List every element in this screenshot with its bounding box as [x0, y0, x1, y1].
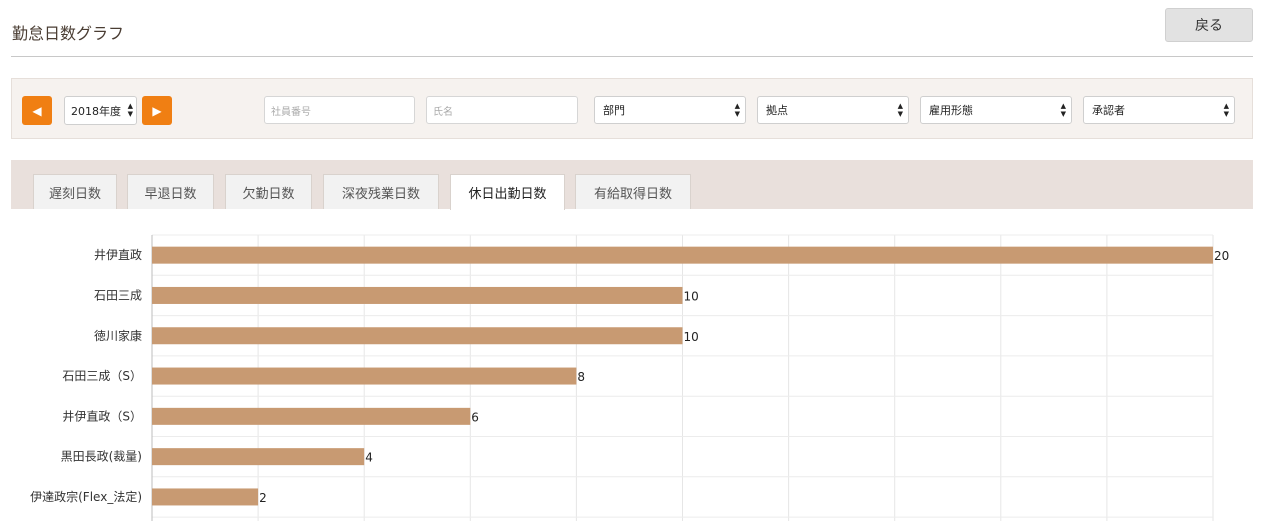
bar — [152, 448, 365, 466]
back-button[interactable]: 戻る — [1165, 8, 1253, 42]
select-arrows-icon: ▲ ▼ — [897, 102, 903, 118]
data-label: 2 — [259, 491, 267, 505]
year-select[interactable]: 2018年度 ▲ ▼ — [64, 96, 137, 125]
employment-type-select[interactable]: 雇用形態 ▲ ▼ — [920, 96, 1072, 124]
approver-select[interactable]: 承認者 ▲ ▼ — [1083, 96, 1235, 124]
next-year-button[interactable]: ▶ — [142, 96, 172, 125]
data-label: 4 — [365, 451, 373, 465]
tab-paid-leave-days[interactable]: 有給取得日数 — [575, 174, 691, 209]
name-input[interactable]: 氏名 — [426, 96, 578, 124]
category-label: 伊達政宗(Flex_法定) — [30, 489, 142, 504]
category-label: 徳川家康 — [94, 328, 142, 343]
select-arrows-icon: ▲ ▼ — [1223, 102, 1229, 118]
data-label: 10 — [684, 289, 699, 303]
category-label: 石田三成 — [94, 288, 142, 302]
category-label: 井伊直政 — [94, 248, 142, 262]
prev-year-button[interactable]: ◀ — [22, 96, 52, 125]
approver-select-value: 承認者 — [1092, 104, 1125, 117]
select-arrows-icon: ▲ ▼ — [127, 102, 133, 118]
data-label: 20 — [1214, 249, 1229, 263]
tab-early-leave-days[interactable]: 早退日数 — [127, 174, 214, 209]
category-label: 井伊直政（S） — [62, 409, 142, 423]
tab-holiday-work-days[interactable]: 休日出勤日数 — [450, 174, 565, 210]
data-label: 8 — [577, 370, 585, 384]
location-select-value: 拠点 — [766, 104, 788, 117]
category-label: 黒田長政(裁量) — [61, 450, 142, 464]
location-select[interactable]: 拠点 ▲ ▼ — [757, 96, 909, 124]
employee-number-placeholder: 社員番号 — [271, 106, 311, 118]
data-label: 10 — [684, 330, 699, 344]
department-select-value: 部門 — [603, 104, 625, 117]
page-title: 勤怠日数グラフ — [12, 24, 125, 43]
triangle-right-icon: ▶ — [152, 103, 162, 118]
name-placeholder: 氏名 — [433, 106, 453, 118]
select-arrows-icon: ▲ ▼ — [734, 102, 740, 118]
holiday-work-days-bar-chart: 井伊直政 20 石田三成 10 徳川家康 10 石田三成（S） 8 井伊直政（S） 6 黒田長政(裁… — [30, 234, 1229, 521]
bar — [152, 286, 683, 304]
bar — [152, 327, 683, 345]
triangle-left-icon: ◀ — [32, 103, 42, 118]
data-label: 6 — [471, 410, 479, 424]
bar — [152, 246, 1213, 264]
employee-number-input[interactable]: 社員番号 — [264, 96, 415, 124]
tab-late-night-overtime-days[interactable]: 深夜残業日数 — [323, 174, 439, 209]
bar — [152, 367, 577, 385]
select-arrows-icon: ▲ ▼ — [1060, 102, 1066, 118]
employment-type-select-value: 雇用形態 — [929, 104, 973, 117]
bar — [152, 407, 471, 425]
year-select-value: 2018年度 — [71, 104, 121, 118]
tab-strip: 遅刻日数 早退日数 欠勤日数 深夜残業日数 休日出勤日数 有給取得日数 — [11, 160, 1253, 210]
bar — [152, 488, 259, 506]
filter-bar: ◀ 2018年度 ▲ ▼ ▶ 社員番号 氏名 部門 ▲ ▼ 拠点 ▲ ▼ 雇用形態 ▲… — [11, 78, 1253, 139]
tab-absence-days[interactable]: 欠勤日数 — [225, 174, 312, 209]
title-divider — [11, 56, 1253, 57]
category-label: 石田三成（S） — [62, 369, 142, 383]
tab-late-days[interactable]: 遅刻日数 — [33, 174, 117, 209]
department-select[interactable]: 部門 ▲ ▼ — [594, 96, 746, 124]
